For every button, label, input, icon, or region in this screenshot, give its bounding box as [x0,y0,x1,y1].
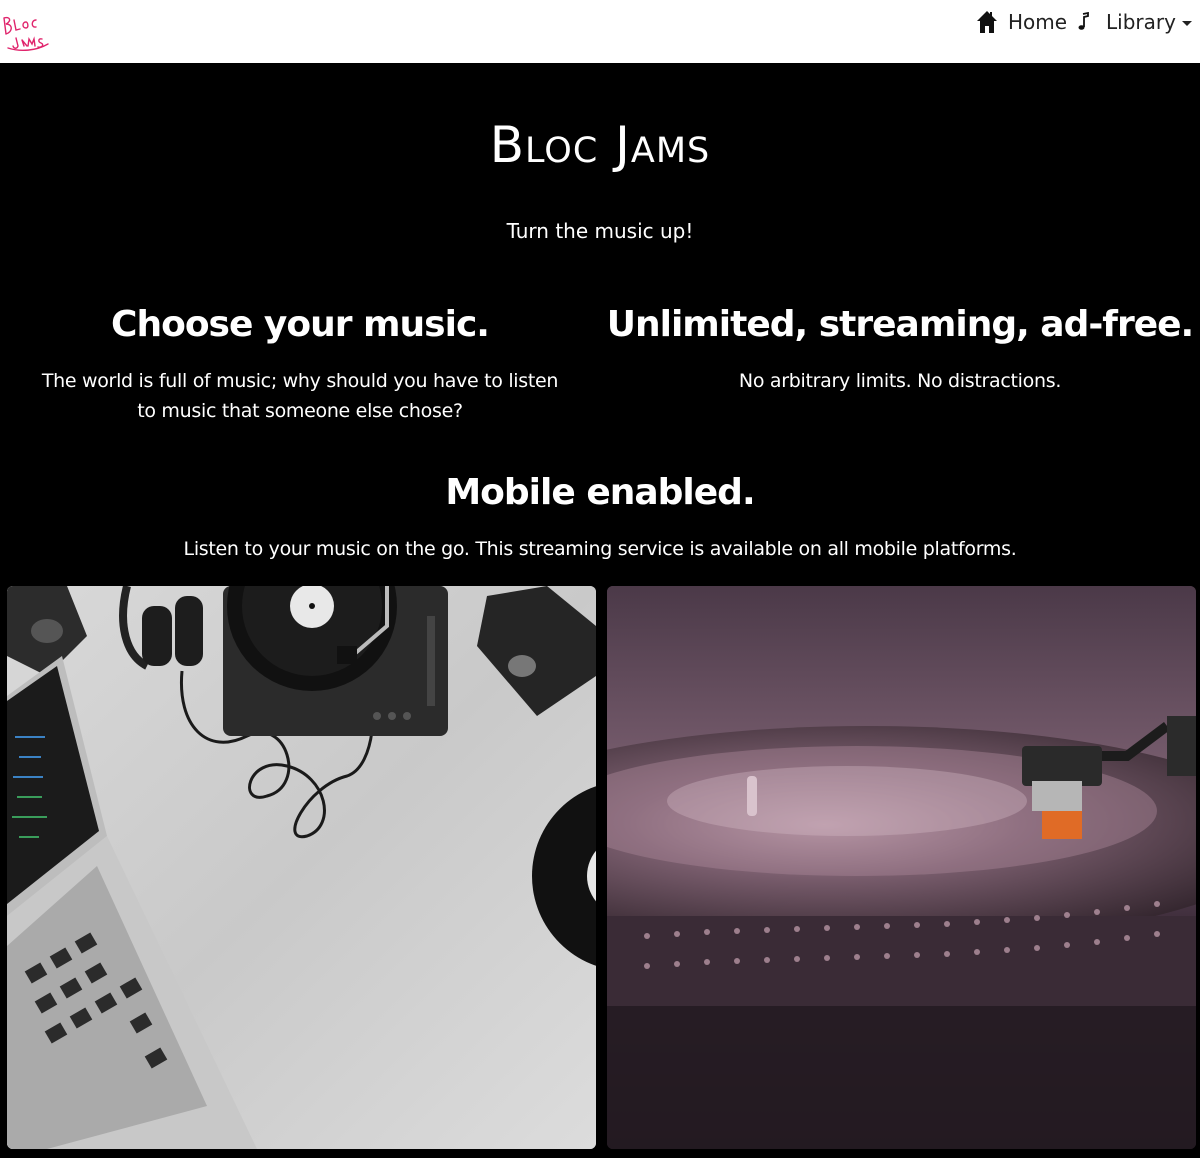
bloc-jams-logo[interactable] [0,8,50,52]
nav-library-label: Library [1106,10,1176,34]
selling-point-title: Choose your music. [111,304,490,345]
selling-point-text: No arbitrary limits. No distractions. [738,370,1062,392]
selling-point-title: Unlimited, streaming, ad-free. [606,304,1194,345]
selling-point-text: Listen to your music on the go. This str… [183,538,1017,560]
page-title: Bloc Jams [489,116,711,174]
nav-library-dropdown[interactable]: Library [1076,6,1192,38]
nav-home[interactable]: Home [976,6,1067,38]
navbar: Home Library [0,0,1200,63]
chevron-down-icon [1181,20,1192,26]
selling-point-text: The world is full of music; why should y… [41,370,559,422]
selling-point-title: Mobile enabled. [445,472,755,513]
vinyl-record-player-photo [607,586,1196,1149]
music-note-icon [1076,11,1090,32]
laptop-headphones-turntable-photo [7,586,596,1149]
tagline: Turn the music up! [506,219,694,243]
home-icon [976,10,998,34]
nav-home-label: Home [1008,10,1068,34]
